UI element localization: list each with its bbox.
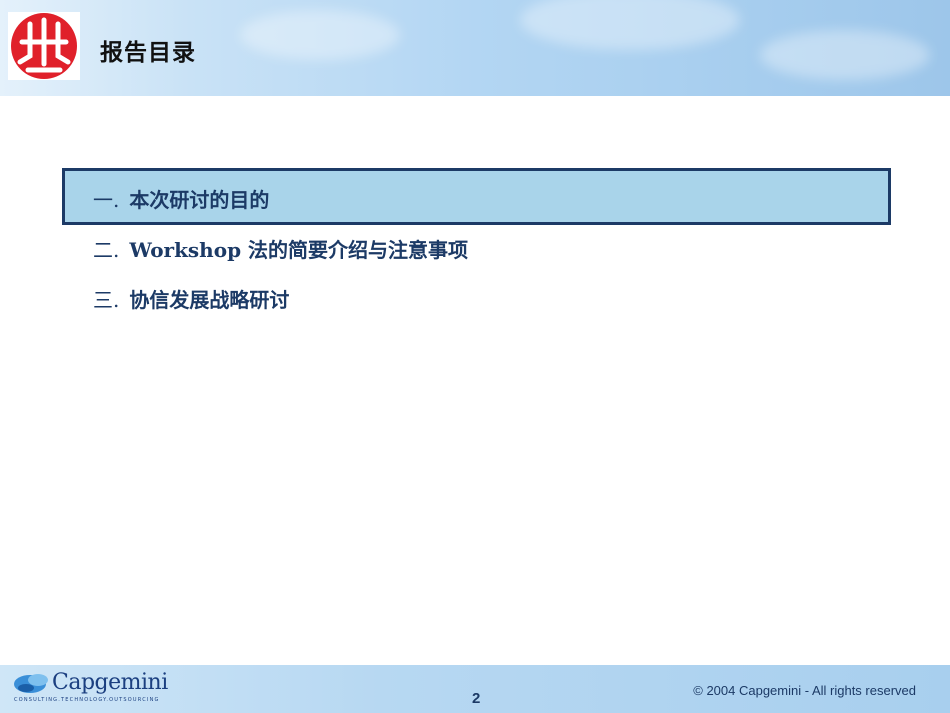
toc-item-number: 二. [93,238,120,262]
page-number: 2 [472,690,481,707]
toc-item-2[interactable]: 二. Workshop 法的简要介绍与注意事项 [93,234,468,263]
copyright-text: © 2004 Capgemini - All rights reserved [693,683,916,698]
toc-item-label: 本次研讨的目的 [129,188,270,212]
brand-name: Capgemini [52,670,168,695]
brand-tagline: CONSULTING.TECHNOLOGY.OUTSOURCING [14,697,160,703]
header-cloud [760,30,930,80]
toc-item-label: Workshop 法的简要介绍与注意事项 [129,238,469,262]
page-title: 报告目录 [100,40,196,66]
header-cloud [520,0,740,50]
toc-item-3[interactable]: 三. 协信发展战略研讨 [93,284,289,313]
toc-item-1[interactable]: 一. 本次研讨的目的 [93,184,269,213]
toc-item-number: 三. [93,288,120,312]
header-cloud [240,10,400,60]
toc-item-label: 协信发展战略研讨 [129,288,290,312]
red-circle-emblem-icon [8,12,80,80]
toc-item-number: 一. [93,188,120,212]
